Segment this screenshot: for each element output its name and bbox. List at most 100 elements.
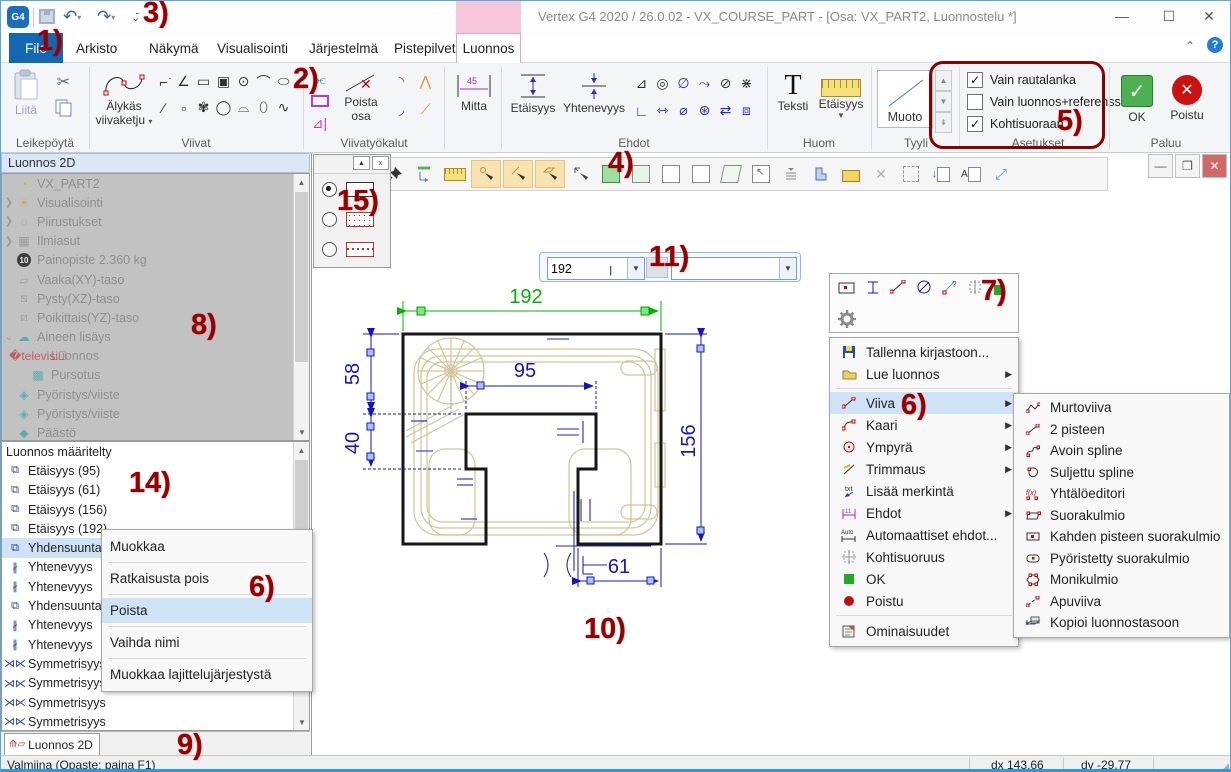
panel-close-icon[interactable]: x bbox=[372, 156, 389, 170]
move-to-plane-icon[interactable]: ↓ bbox=[927, 161, 955, 187]
display-list-icon[interactable] bbox=[777, 161, 805, 187]
menu-item-poista[interactable]: Poista bbox=[102, 598, 312, 623]
submenu-item-apuviiva[interactable]: Apuviiva bbox=[1014, 591, 1229, 613]
scrollbar-thumb[interactable] bbox=[295, 192, 308, 362]
tab-luonnos[interactable]: Luonnos bbox=[456, 33, 521, 63]
query-tool-icon[interactable]: ? bbox=[942, 279, 958, 300]
menu-item-automaattiset[interactable]: AutoAutomaattiset ehdot... bbox=[830, 524, 1018, 546]
combo-dropdown-icon[interactable]: ▼ bbox=[779, 258, 796, 279]
panel-collapse-icon[interactable]: ▲ bbox=[353, 156, 370, 170]
snap-face-icon[interactable] bbox=[535, 160, 565, 188]
submenu-item-kahden-pisteen[interactable]: Kahden pisteen suorakulmio bbox=[1014, 526, 1229, 548]
paste-button[interactable]: Liitä bbox=[11, 69, 41, 117]
tangent-icon[interactable]: ⤳ bbox=[694, 73, 715, 94]
tree-item[interactable]: ◈Pyöristys/viiste bbox=[2, 385, 292, 404]
submenu-item-suorakulmio[interactable]: Suorakulmio bbox=[1014, 505, 1229, 527]
list-item[interactable]: ⧉Etäisyys (156) bbox=[2, 500, 292, 519]
exit-button[interactable]: ✕ Poistu bbox=[1163, 75, 1211, 122]
ok-button[interactable]: ✓ OK bbox=[1117, 75, 1157, 124]
settings-gear-icon[interactable] bbox=[838, 310, 856, 333]
menu-arkisto[interactable]: Arkisto bbox=[76, 33, 117, 63]
outline-view-icon[interactable] bbox=[687, 161, 715, 187]
cut-icon[interactable]: ✂ bbox=[53, 71, 74, 92]
menu-visualisointi[interactable]: Visualisointi bbox=[217, 33, 288, 63]
equal-radius-icon[interactable]: ⊛ bbox=[694, 100, 715, 121]
snap-point-icon[interactable] bbox=[471, 160, 501, 188]
menu-item-ympyra[interactable]: Ympyrä▶ bbox=[830, 436, 1018, 458]
dimension-name-combo[interactable]: ▼ bbox=[671, 257, 797, 280]
menu-item-muokkaa[interactable]: Muokkaa bbox=[102, 534, 312, 559]
menu-item-lisaa-merkinta[interactable]: txtLisää merkintä bbox=[830, 480, 1018, 502]
mdi-close-button[interactable]: ✕ bbox=[1202, 154, 1227, 178]
help-icon[interactable]: ? bbox=[1207, 37, 1223, 53]
equal-length-icon[interactable]: ⇄ bbox=[715, 100, 736, 121]
ellipse-dotted-icon[interactable]: ⬭ bbox=[273, 71, 294, 92]
combo-dropdown-icon[interactable]: ▼ bbox=[627, 258, 644, 279]
tree-item[interactable]: ❯☀Visualisointi bbox=[2, 193, 292, 212]
chamfer-icon[interactable]: ⋀ bbox=[415, 71, 436, 92]
flat-view-icon[interactable] bbox=[837, 161, 865, 187]
rect-tool-icon[interactable] bbox=[838, 281, 856, 299]
scroll-up-icon[interactable]: ▲ bbox=[294, 174, 309, 190]
list-item[interactable]: ⋊⋉Symmetrisyys bbox=[2, 712, 292, 731]
rotate-view-icon[interactable] bbox=[411, 161, 439, 187]
hidden-line-view-icon[interactable] bbox=[657, 161, 685, 187]
submenu-item-suljettu-spline[interactable]: Suljettu spline bbox=[1014, 462, 1229, 484]
angle-line-icon[interactable]: ∠ bbox=[173, 71, 194, 92]
ellipse-icon[interactable]: ⬯ bbox=[253, 97, 274, 118]
expander-icon[interactable]: ❯ bbox=[2, 216, 16, 227]
menu-jarjestelma[interactable]: Järjestelmä bbox=[309, 33, 378, 63]
select-element-icon[interactable] bbox=[567, 161, 595, 187]
copy-icon[interactable] bbox=[55, 99, 73, 122]
mirror-icon[interactable]: ⊿| bbox=[309, 113, 330, 134]
fillet2-icon[interactable]: ◞ bbox=[391, 99, 412, 120]
tree-item[interactable]: ⌄☁Aineen lisäys bbox=[2, 328, 292, 347]
undo-button[interactable]: ↶▾ bbox=[63, 5, 81, 29]
tree-item-root[interactable]: ◔VX_PART2 bbox=[2, 174, 292, 193]
midpoint-icon[interactable]: ⧈ bbox=[736, 100, 757, 121]
menu-item-ratkaisusta-pois[interactable]: Ratkaisusta pois bbox=[102, 566, 312, 591]
submenu-item-avoin-spline[interactable]: Avoin spline bbox=[1014, 440, 1229, 462]
menu-item-ehdot[interactable]: 11Ehdot▶ bbox=[830, 502, 1018, 524]
tree-item[interactable]: ⧄Poikittais(YZ)-taso bbox=[2, 308, 292, 327]
tree-item[interactable]: ◆Päästö bbox=[2, 423, 292, 441]
mdi-minimize-button[interactable]: — bbox=[1148, 154, 1173, 178]
quick-access-customize-button[interactable]: ⌄̄ bbox=[131, 5, 140, 29]
radius-icon[interactable]: ⌀ bbox=[673, 100, 694, 121]
annotate-plane-icon[interactable]: A bbox=[957, 161, 985, 187]
menu-item-read-sketch[interactable]: Lue luonnos▶ bbox=[830, 363, 1018, 385]
ribbon-collapse-icon[interactable]: ⌃ bbox=[1185, 39, 1195, 53]
coincidence-button[interactable]: Yhtenevyys bbox=[561, 71, 627, 115]
submenu-item-monikulmio[interactable]: Monikulmio bbox=[1014, 569, 1229, 591]
submenu-item-murtoviiva[interactable]: Murtoviiva bbox=[1014, 397, 1229, 419]
rectangle-icon[interactable]: ▭ bbox=[193, 71, 214, 92]
polyline-icon[interactable]: ⌐͘ bbox=[153, 71, 174, 92]
menu-item-ominaisuudet[interactable]: Ominaisuudet bbox=[830, 619, 1018, 643]
ruler-tool-icon[interactable] bbox=[441, 161, 469, 187]
dimension-value-combo[interactable]: ꞁ ▼ bbox=[547, 257, 645, 280]
concentric-icon[interactable]: ◎ bbox=[652, 73, 673, 94]
app-logo[interactable]: G4 bbox=[7, 6, 29, 28]
scroll-down-icon[interactable]: ▼ bbox=[294, 424, 310, 440]
polygon-icon[interactable]: ✾ bbox=[193, 97, 214, 118]
tree-item[interactable]: ❯▦Ilmiasut bbox=[2, 232, 292, 251]
text-annotation-button[interactable]: T Teksti bbox=[773, 73, 813, 113]
list-item[interactable]: ⋊⋉Symmetrisyys bbox=[2, 693, 292, 712]
parallel-icon[interactable]: ⇿ bbox=[652, 100, 673, 121]
tree-scrollbar[interactable]: ▲ ▼ bbox=[293, 174, 309, 440]
save-icon[interactable] bbox=[39, 9, 55, 24]
minimize-button[interactable]: — bbox=[1102, 1, 1142, 31]
tree-item[interactable]: ▱Vaaka(XY)-taso bbox=[2, 270, 292, 289]
dimension-annotation-button[interactable]: Etäisyys ▼ bbox=[815, 73, 867, 120]
resize-grip[interactable]: ◢ bbox=[1222, 761, 1229, 772]
tree-item[interactable]: 10Painopiste 2.360 kg bbox=[2, 251, 292, 270]
rect-2point-icon[interactable]: ▫ bbox=[173, 97, 194, 118]
maximize-button[interactable]: ☐ bbox=[1149, 1, 1189, 31]
menu-pistepilvet[interactable]: Pistepilvet bbox=[394, 33, 456, 63]
menu-item-poistu[interactable]: Poistu bbox=[830, 590, 1018, 612]
select-body-icon[interactable]: ↖ bbox=[747, 161, 775, 187]
scroll-up-icon[interactable]: ▲ bbox=[294, 442, 309, 458]
submenu-item-yhtaloeditori[interactable]: f(x)Yhtälöeditori bbox=[1014, 483, 1229, 505]
submenu-item-kopioi[interactable]: Kopioi luonnostasoon bbox=[1014, 612, 1229, 634]
chamfer2-icon[interactable]: ⟋ bbox=[415, 99, 436, 120]
